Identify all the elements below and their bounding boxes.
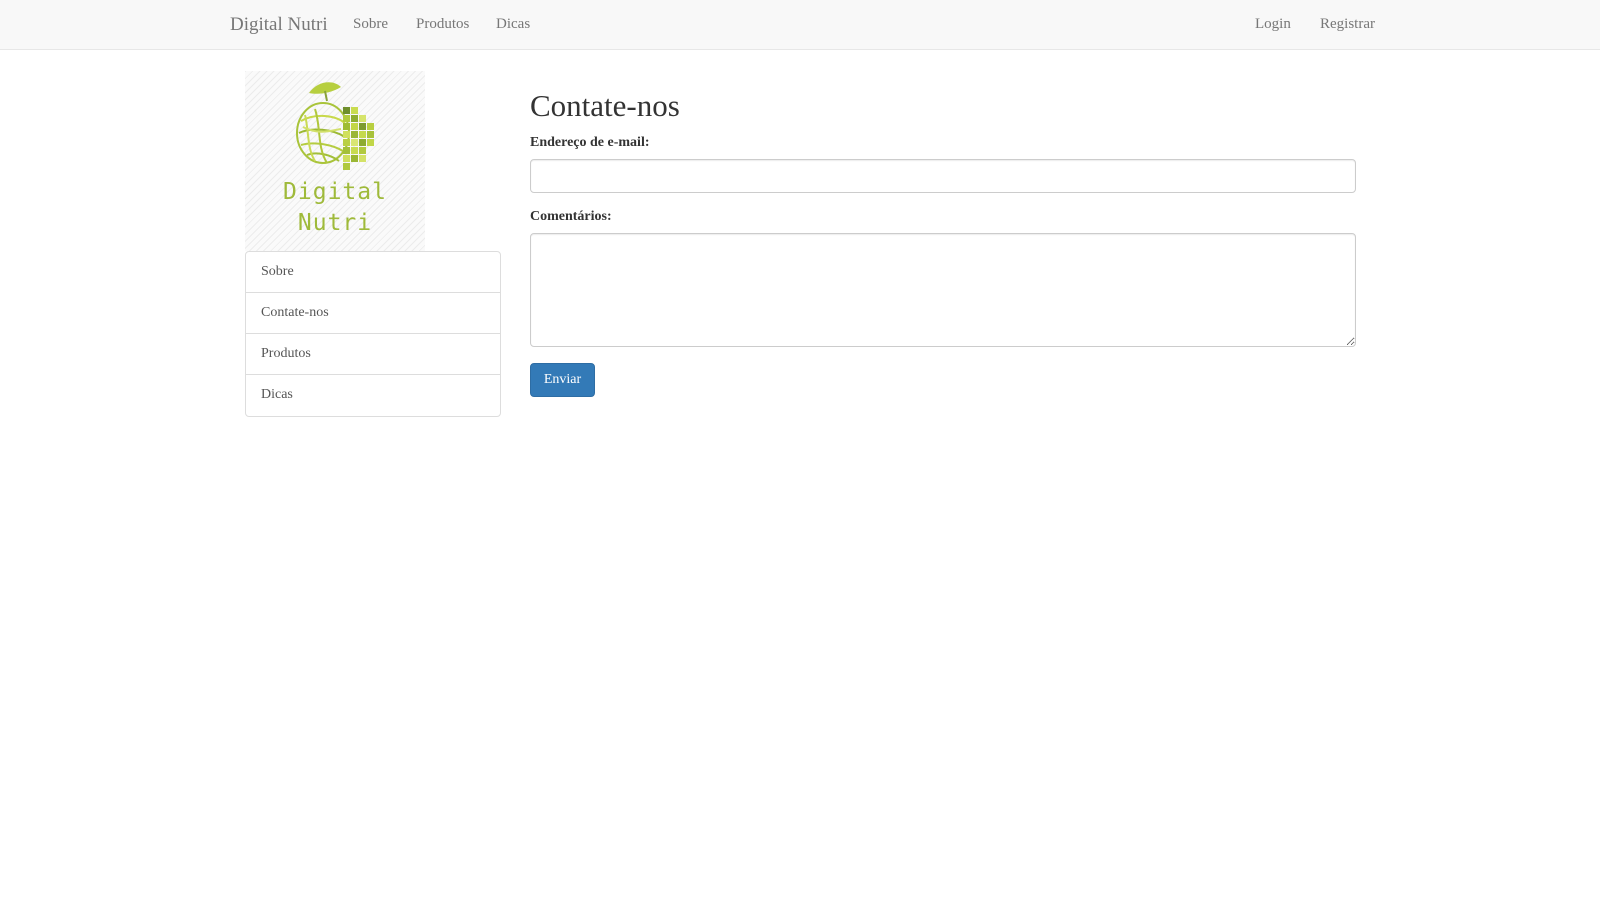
nav-link-produtos[interactable]: Produtos xyxy=(416,0,469,49)
email-field[interactable] xyxy=(530,159,1356,193)
apple-pixel-icon xyxy=(296,82,374,170)
comments-textarea[interactable] xyxy=(530,233,1356,347)
sidebar-item-produtos[interactable]: Produtos xyxy=(246,334,500,375)
nav-link-registrar[interactable]: Registrar xyxy=(1320,0,1375,49)
logo-text-line2: Nutri xyxy=(297,210,373,236)
submit-button[interactable]: Enviar xyxy=(530,363,595,397)
logo-text-line1: Digital xyxy=(283,179,387,205)
nav-link-dicas[interactable]: Dicas xyxy=(496,0,530,49)
comments-label: Comentários: xyxy=(530,209,612,224)
email-label: Endereço de e-mail: xyxy=(530,135,650,150)
sidebar-item-sobre[interactable]: Sobre xyxy=(246,252,500,293)
top-navbar: Digital Nutri Sobre Produtos Dicas Login… xyxy=(0,0,1600,50)
sidebar-item-dicas[interactable]: Dicas xyxy=(246,375,500,416)
nav-link-login[interactable]: Login xyxy=(1255,0,1291,49)
page-title: Contate-nos xyxy=(530,88,680,123)
site-logo: Digital Nutri xyxy=(245,71,425,251)
navbar-brand[interactable]: Digital Nutri xyxy=(230,0,328,49)
sidebar-menu: Sobre Contate-nos Produtos Dicas xyxy=(245,251,501,417)
sidebar-item-contate-nos[interactable]: Contate-nos xyxy=(246,293,500,334)
nav-link-sobre[interactable]: Sobre xyxy=(353,0,388,49)
